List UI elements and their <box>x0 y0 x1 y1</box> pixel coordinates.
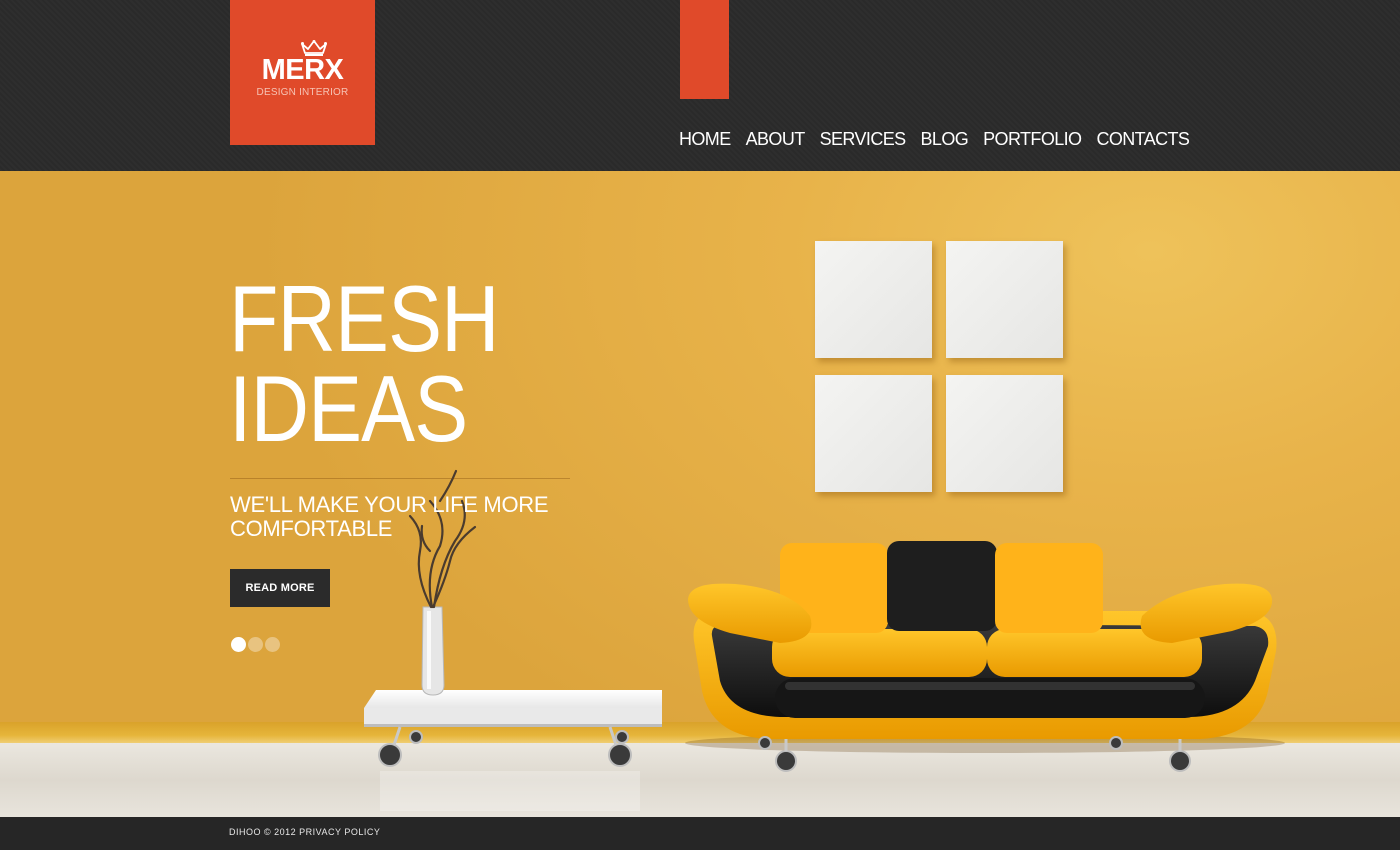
nav-item-about[interactable]: ABOUT <box>746 128 806 150</box>
logo-tagline: DESIGN INTERIOR <box>256 87 349 98</box>
slider-dot-1[interactable] <box>231 637 246 652</box>
read-more-button[interactable]: READ MORE <box>230 569 330 607</box>
active-nav-marker <box>680 0 729 99</box>
nav-item-portfolio[interactable]: PORTFOLIO <box>983 128 1082 150</box>
footer-text: DIHOO © 2012 PRIVACY POLICY <box>229 827 380 837</box>
hero-title: FRESH IDEAS <box>229 266 590 461</box>
hero-divider <box>230 478 570 479</box>
privacy-policy-link[interactable]: PRIVACY POLICY <box>299 827 380 837</box>
nav-item-contacts[interactable]: CONTACTS <box>1096 128 1189 150</box>
hero-title-line1: FRESH <box>229 266 500 371</box>
logo-title: MERX <box>261 54 344 86</box>
nav-item-home[interactable]: HOME <box>679 128 731 150</box>
slider-dot-3[interactable] <box>265 637 280 652</box>
site-footer: DIHOO © 2012 PRIVACY POLICY <box>0 817 1400 850</box>
slider-dot-2[interactable] <box>248 637 263 652</box>
site-header: MERX DESIGN INTERIOR HOME ABOUT SERVICES… <box>0 0 1400 171</box>
slider-pagination <box>231 637 280 652</box>
hero-subtitle: WE'LL MAKE YOUR LIFE MORE COMFORTABLE <box>230 492 549 541</box>
main-nav: HOME ABOUT SERVICES BLOG PORTFOLIO CONTA… <box>679 128 1190 150</box>
nav-item-blog[interactable]: BLOG <box>921 128 969 150</box>
hero-slider: FRESH IDEAS WE'LL MAKE YOUR LIFE MORE CO… <box>0 171 1400 817</box>
copyright-text: DIHOO © 2012 <box>229 827 297 837</box>
interior-scene-image <box>364 469 1285 811</box>
nav-item-services[interactable]: SERVICES <box>820 128 907 150</box>
hero-title-line2: IDEAS <box>229 356 468 461</box>
